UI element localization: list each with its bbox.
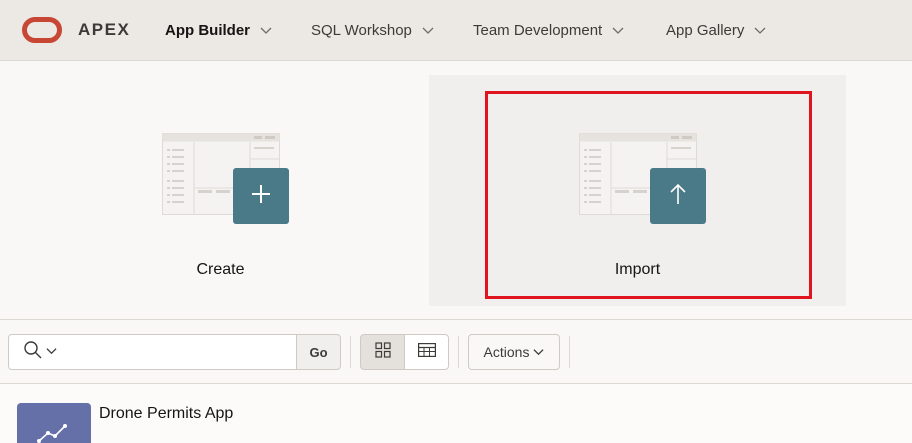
create-label: Create	[196, 261, 245, 278]
actions-label: Actions	[483, 344, 530, 360]
app-card[interactable]: Drone Permits App	[0, 385, 912, 443]
nav-label: App Gallery	[666, 21, 745, 39]
table-icon	[417, 342, 436, 362]
import-label: Import	[614, 261, 661, 278]
import-tile[interactable]: Import	[429, 75, 846, 306]
grid-view-button[interactable]	[360, 334, 405, 370]
actions-menu-button[interactable]: Actions	[468, 334, 560, 370]
arrow-up-icon	[667, 182, 689, 211]
search-icon	[23, 340, 43, 365]
nav-app-builder[interactable]: App Builder	[165, 0, 272, 60]
toolbar-divider	[569, 336, 570, 368]
top-header: APEX App Builder SQL Workshop Team Devel…	[0, 0, 912, 61]
create-accent-box[interactable]	[233, 168, 289, 224]
chevron-down-icon[interactable]	[754, 24, 766, 36]
chevron-down-icon[interactable]	[422, 24, 434, 36]
grid-icon	[374, 341, 391, 363]
toolbar-divider	[458, 336, 459, 368]
nav-label: Team Development	[473, 21, 603, 39]
app-name[interactable]: Drone Permits App	[99, 404, 239, 423]
plus-icon	[250, 183, 272, 210]
search-toolbar: Go Actions	[0, 320, 912, 384]
chevron-down-icon	[45, 343, 57, 361]
hero-tiles: Create Import	[0, 61, 912, 320]
chevron-down-icon[interactable]	[260, 24, 272, 36]
brand-label[interactable]: APEX	[78, 20, 130, 40]
go-button[interactable]: Go	[296, 334, 341, 370]
nav-sql-workshop[interactable]: SQL Workshop	[311, 0, 434, 60]
toolbar-divider	[350, 336, 351, 368]
chevron-down-icon[interactable]	[612, 24, 624, 36]
chevron-down-icon	[533, 344, 544, 360]
import-accent-box[interactable]	[650, 168, 706, 224]
report-view-button[interactable]	[404, 334, 449, 370]
nav-team-development[interactable]: Team Development	[473, 0, 624, 60]
oracle-logo[interactable]	[22, 17, 62, 43]
nav-label: App Builder	[165, 21, 250, 39]
nav-app-gallery[interactable]: App Gallery	[666, 0, 766, 60]
create-tile[interactable]: Create	[12, 75, 429, 306]
search-input[interactable]	[70, 334, 297, 370]
nav-label: SQL Workshop	[311, 21, 412, 39]
app-chart-icon[interactable]	[17, 403, 91, 443]
search-options-button[interactable]	[8, 334, 71, 370]
